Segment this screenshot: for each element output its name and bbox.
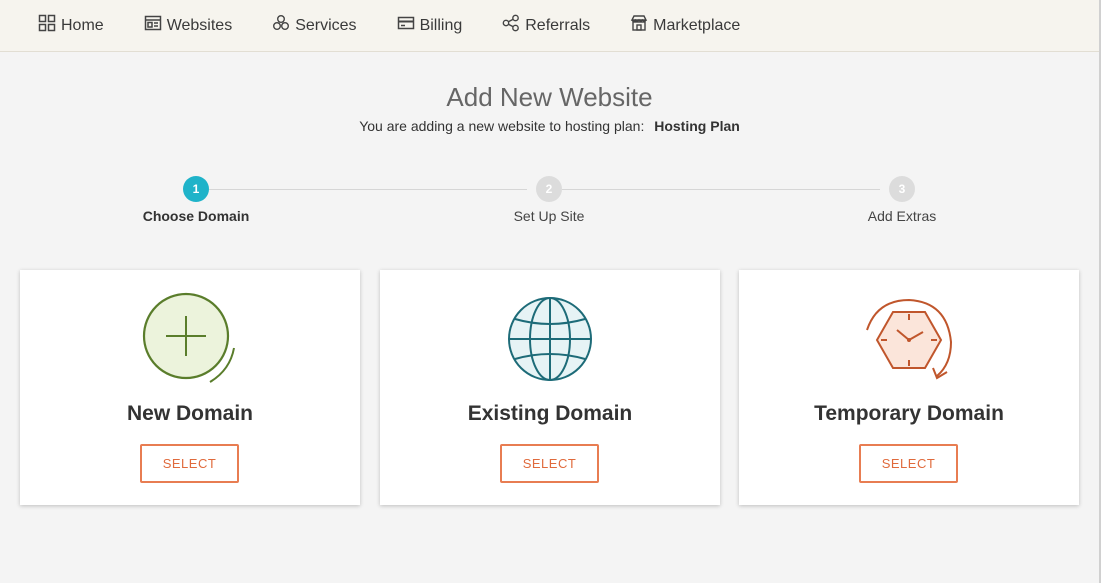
services-icon [272, 14, 295, 37]
top-nav: Home Websites Services Billing Referrals… [0, 0, 1099, 52]
nav-item-billing[interactable]: Billing [397, 0, 463, 52]
step-1-label: Choose Domain [142, 208, 250, 224]
nav-item-marketplace[interactable]: Marketplace [630, 0, 740, 52]
nav-label: Home [61, 16, 104, 34]
new-domain-card: New Domain SELECT [20, 270, 360, 505]
existing-domain-card: Existing Domain SELECT [380, 270, 720, 505]
plus-circle-icon [20, 292, 360, 386]
select-temporary-domain-button[interactable]: SELECT [859, 444, 958, 483]
page: Home Websites Services Billing Referrals… [0, 0, 1101, 583]
page-subtitle: You are adding a new website to hosting … [0, 118, 1099, 134]
nav-item-referrals[interactable]: Referrals [502, 0, 590, 52]
nav-item-home[interactable]: Home [38, 0, 104, 52]
select-new-domain-button[interactable]: SELECT [140, 444, 239, 483]
page-title: Add New Website [446, 82, 653, 112]
step-connector [562, 189, 880, 190]
nav-label: Referrals [525, 16, 591, 34]
plan-name: Hosting Plan [654, 118, 740, 134]
temporary-domain-card: Temporary Domain SELECT [739, 270, 1079, 505]
subtitle-text: You are adding a new website to hosting … [359, 118, 645, 134]
nav-label: Billing [419, 16, 463, 34]
step-2-dot: 2 [536, 176, 562, 202]
step-3-label: Add Extras [867, 208, 937, 224]
website-icon [144, 14, 167, 37]
nav-label: Services [295, 16, 357, 34]
grid-icon [38, 14, 61, 37]
clock-refresh-icon [739, 292, 1079, 386]
nav-label: Marketplace [653, 16, 741, 34]
select-existing-domain-button[interactable]: SELECT [500, 444, 599, 483]
nav-label: Websites [166, 16, 233, 34]
store-icon [630, 14, 653, 37]
card-title: Existing Domain [467, 402, 633, 425]
globe-icon [380, 292, 720, 386]
credit-card-icon [397, 14, 420, 37]
step-2-label: Set Up Site [513, 208, 585, 224]
step-3-dot: 3 [889, 176, 915, 202]
card-title: Temporary Domain [814, 402, 1004, 425]
share-icon [502, 14, 525, 37]
step-connector [209, 189, 527, 190]
nav-item-websites[interactable]: Websites [144, 0, 233, 52]
nav-item-services[interactable]: Services [272, 0, 357, 52]
step-1-dot: 1 [183, 176, 209, 202]
card-title: New Domain [126, 402, 254, 425]
